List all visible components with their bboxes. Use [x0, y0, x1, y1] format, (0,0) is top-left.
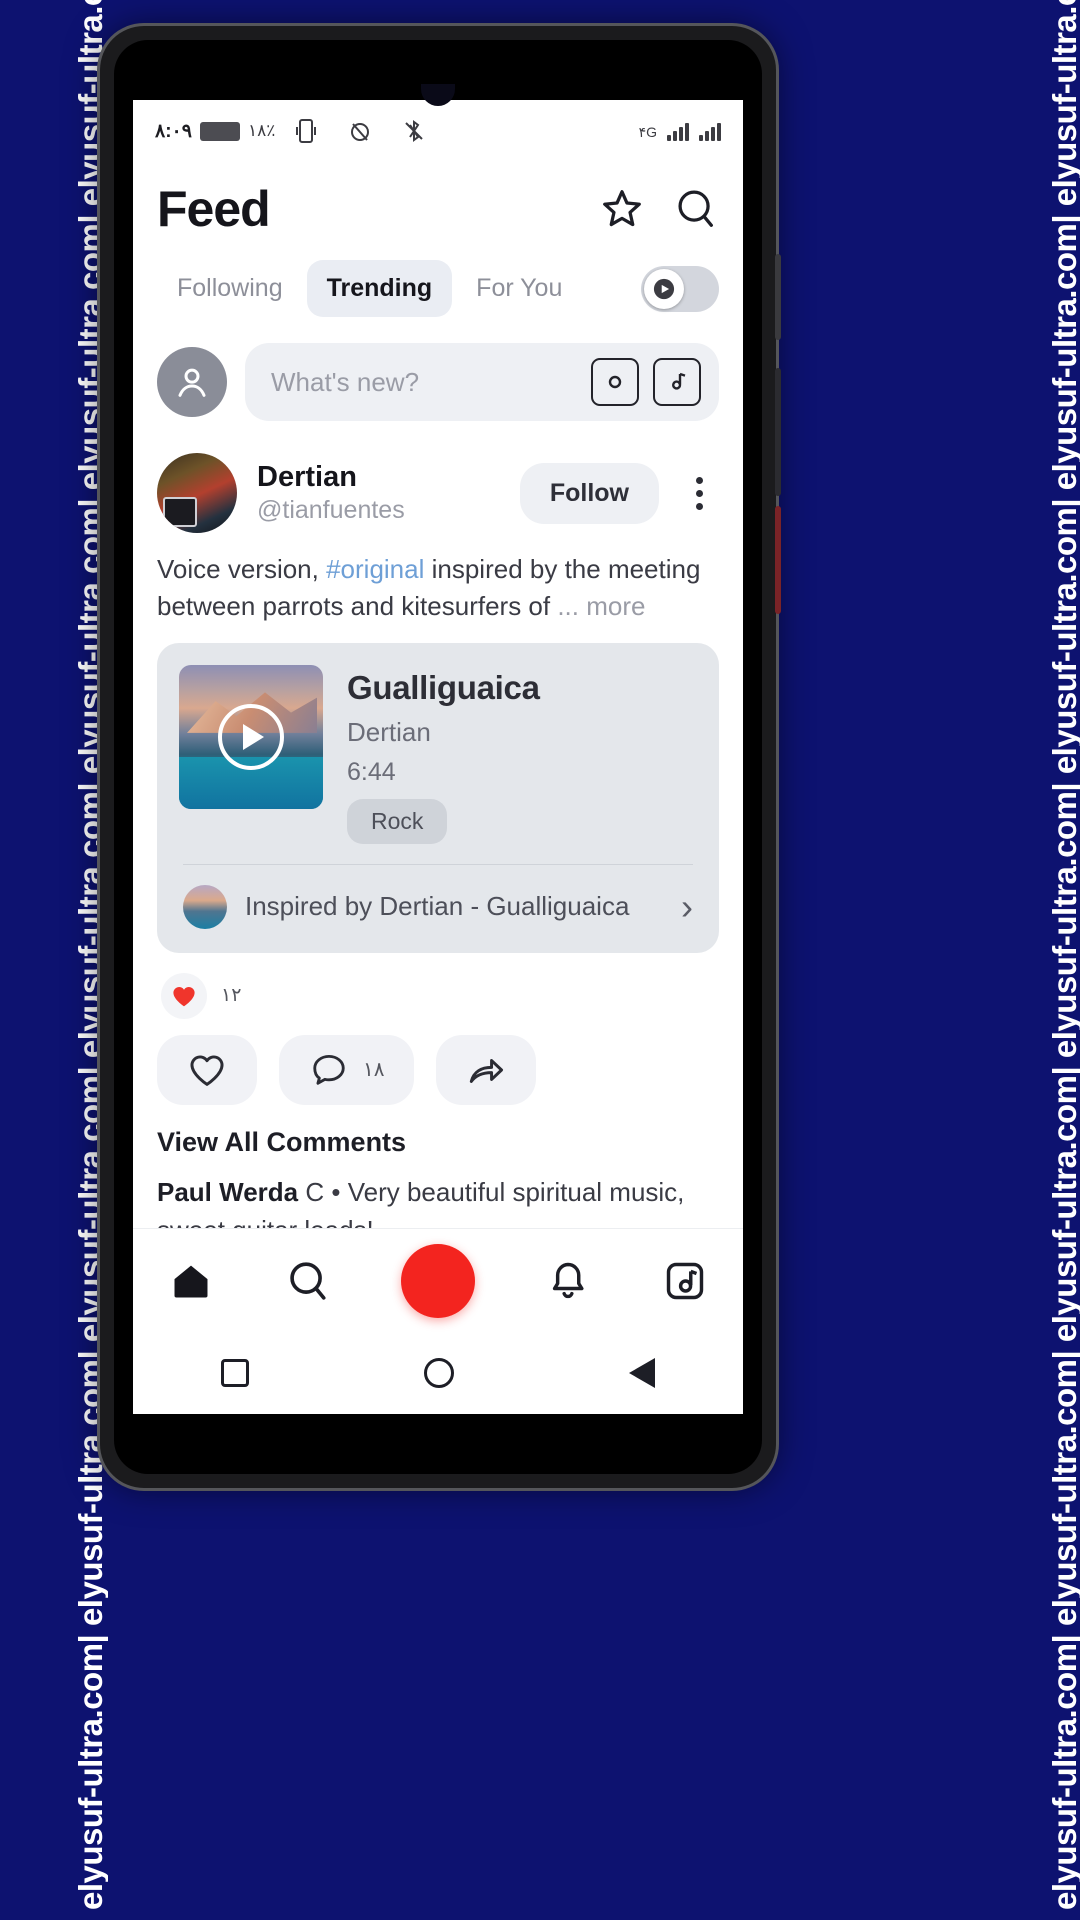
share-icon — [470, 1058, 504, 1083]
feed-tabs: Following Trending For You — [133, 248, 743, 333]
status-bar-left: ۸:۰۹ ۱۸٪ — [155, 108, 437, 154]
tab-following[interactable]: Following — [157, 260, 303, 317]
view-all-comments-link[interactable]: View All Comments — [157, 1123, 719, 1174]
post-actions: ۱۸ — [157, 1031, 719, 1123]
caption-ellipsis: ... — [557, 590, 587, 621]
star-icon[interactable] — [599, 186, 645, 232]
search-icon[interactable] — [673, 186, 719, 232]
camera-icon[interactable] — [591, 358, 639, 406]
music-note-icon[interactable] — [653, 358, 701, 406]
heart-outline-icon — [190, 1055, 224, 1086]
status-time: ۸:۰۹ — [155, 120, 192, 142]
status-bar-right: ۴G — [639, 121, 721, 141]
recent-apps-icon[interactable] — [220, 1359, 249, 1387]
follow-button[interactable]: Follow — [519, 462, 659, 524]
post-composer[interactable]: What's new? — [133, 333, 743, 443]
power-button[interactable] — [775, 254, 781, 340]
bottom-navigation — [133, 1228, 743, 1332]
signal-icon — [667, 121, 689, 141]
back-triangle-icon[interactable] — [629, 1358, 656, 1388]
avatar[interactable] — [157, 453, 237, 533]
network-label: ۴G — [638, 124, 657, 140]
more-vertical-icon[interactable] — [679, 476, 719, 510]
composer-input-box[interactable]: What's new? — [245, 343, 719, 421]
phone-frame: ۸:۰۹ ۱۸٪ ۴G Feed Following Trending For … — [100, 26, 781, 1488]
heart-filled-icon — [161, 972, 207, 1019]
app-screen: ۸:۰۹ ۱۸٪ ۴G Feed Following Trending For … — [133, 100, 743, 1414]
autoplay-toggle[interactable] — [641, 265, 719, 312]
status-percent: ۱۸٪ — [247, 121, 276, 140]
track-duration: 6:44 — [347, 757, 396, 786]
tab-trending[interactable]: Trending — [306, 260, 453, 317]
header-actions — [599, 186, 719, 232]
app-header: Feed — [133, 162, 743, 248]
share-button[interactable] — [436, 1034, 537, 1105]
side-accent-button[interactable] — [775, 506, 781, 614]
composer-placeholder: What's new? — [271, 366, 420, 397]
inspired-by-label: Inspired by Dertian - Gualliguaica — [245, 891, 630, 922]
bluetooth-off-icon — [391, 108, 437, 154]
volume-button[interactable] — [775, 368, 781, 496]
like-button[interactable] — [157, 1034, 257, 1105]
comment-badge: C — [305, 1176, 325, 1207]
page-title: Feed — [157, 181, 271, 237]
alarm-off-icon — [337, 108, 383, 154]
inspired-thumbnail — [183, 884, 227, 929]
wifi-icon — [699, 121, 721, 141]
watermark-left: elyusuf-ultra.com| elyusuf-ultra.com| el… — [0, 0, 108, 1920]
track-genre-tag[interactable]: Rock — [347, 798, 448, 844]
status-bar: ۸:۰۹ ۱۸٪ ۴G — [133, 100, 743, 162]
caption-more-link[interactable]: more — [586, 591, 645, 621]
nav-add-button[interactable] — [400, 1243, 475, 1318]
play-toggle-icon — [653, 278, 675, 299]
reaction-summary[interactable]: ۱۲ — [157, 953, 719, 1031]
watermark-right: elyusuf-ultra.com| elyusuf-ultra.com| el… — [972, 0, 1080, 1920]
comment-button[interactable]: ۱۸ — [279, 1034, 415, 1105]
post-header: Dertian @tianfuentes Follow — [157, 443, 719, 547]
nav-music-library-icon[interactable] — [662, 1258, 708, 1304]
track-title: Gualliguaica — [347, 668, 540, 706]
track-artist: Dertian — [347, 716, 431, 747]
caption-pre: Voice version, — [157, 554, 327, 584]
feed-post: Dertian @tianfuentes Follow Voice versio… — [133, 443, 743, 1249]
music-card-main: Gualliguaica Dertian 6:44 Rock — [179, 664, 697, 844]
vibrate-icon — [283, 108, 329, 154]
phone-screen-bezel: ۸:۰۹ ۱۸٪ ۴G Feed Following Trending For … — [114, 40, 762, 1474]
track-cover-art[interactable] — [179, 664, 323, 809]
post-caption: Voice version, #original inspired by the… — [157, 547, 719, 643]
toggle-knob — [644, 268, 684, 309]
nav-home-icon[interactable] — [168, 1258, 214, 1304]
nav-bell-icon[interactable] — [545, 1258, 591, 1304]
add-icon[interactable] — [400, 1243, 475, 1318]
reaction-count: ۱۲ — [221, 985, 242, 1007]
play-icon[interactable] — [218, 703, 284, 770]
tab-for-you[interactable]: For You — [456, 260, 582, 317]
user-avatar-icon[interactable] — [157, 347, 227, 417]
nav-search-icon[interactable] — [285, 1258, 331, 1304]
chevron-right-icon[interactable]: › — [681, 888, 693, 925]
watermark-text: elyusuf-ultra.com| elyusuf-ultra.com| el… — [1046, 0, 1080, 1910]
post-author-name[interactable]: Dertian — [257, 461, 500, 494]
comment-author[interactable]: Paul Werda — [157, 1177, 298, 1207]
battery-icon — [199, 121, 240, 141]
home-circle-icon[interactable] — [423, 1358, 454, 1388]
post-author-handle[interactable]: @tianfuentes — [257, 496, 500, 525]
track-meta: Gualliguaica Dertian 6:44 Rock — [347, 665, 697, 844]
post-author-block: Dertian @tianfuentes — [257, 461, 500, 525]
inspired-by-row[interactable]: Inspired by Dertian - Gualliguaica › — [179, 865, 697, 931]
caption-hashtag[interactable]: #original — [326, 554, 424, 584]
comment-icon — [313, 1054, 345, 1085]
system-navigation-bar — [133, 1332, 743, 1414]
comment-count: ۱۸ — [363, 1059, 385, 1082]
music-card[interactable]: Gualliguaica Dertian 6:44 Rock Inspired … — [157, 642, 719, 953]
